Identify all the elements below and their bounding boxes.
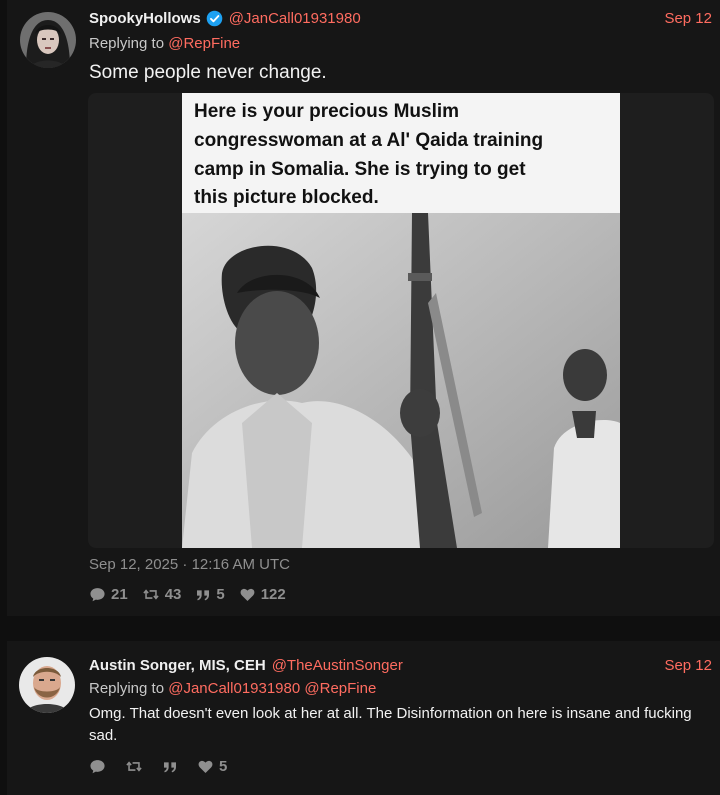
author-handle[interactable]: @JanCall01931980 [229,10,361,27]
retweet-icon [143,589,159,600]
avatar[interactable] [19,657,75,713]
like-count[interactable]: 122 [239,586,286,603]
quote-count[interactable] [162,759,183,775]
comment-icon [90,588,105,602]
retweet-count-value: 43 [164,586,182,603]
meme-image: Here is your precious Muslim congresswom… [182,93,620,548]
replying-label: Replying to [89,35,165,52]
author-fullname[interactable]: Austin Songer, MIS, CEH [89,657,266,674]
tweet: SpookyHollows @JanCall01931980 Sep 12 Re… [7,0,720,616]
replying-label: Replying to [89,680,165,697]
replying-to: Replying to @JanCall01931980 @RepFine [89,680,376,697]
retweet-count[interactable]: 43 [142,586,182,603]
like-count-value: 122 [260,586,286,603]
tweet-date[interactable]: Sep 12 [664,657,712,674]
publish-date[interactable]: Sep 12, 2025 · 12:16 AM UTC [89,556,290,573]
quote-count-value: 5 [216,586,225,603]
like-count[interactable]: 5 [197,758,227,775]
quote-count[interactable]: 5 [195,586,225,603]
retweet-count[interactable] [125,758,148,775]
comment-icon [90,760,105,774]
meme-caption-line: congresswoman at a Al' Qaida training [194,130,543,151]
author-fullname[interactable]: SpookyHollows [89,10,201,27]
meme-caption-line: this picture blocked. [194,187,379,208]
replying-to: Replying to @RepFine [89,35,240,52]
retweet-icon [126,761,142,772]
tweet-text: Omg. That doesn't even look at her at al… [89,705,692,744]
heart-icon [240,588,255,601]
tweet-media[interactable]: Here is your precious Muslim congresswom… [88,93,714,548]
tweet-stats: 21 43 5 122 [89,586,286,603]
tweet: Austin Songer, MIS, CEH @TheAustinSonger… [7,641,720,795]
quote-icon [197,589,210,600]
tweet-date[interactable]: Sep 12 [664,10,712,27]
reply-count[interactable] [89,758,111,775]
meme-caption-line: camp in Somalia. She is trying to get [194,159,526,180]
tweet-text: Some people never change. [89,62,327,83]
meme-caption-line: Here is your precious Muslim [194,101,459,122]
author-row: SpookyHollows @JanCall01931980 [89,10,361,27]
like-count-value: 5 [219,758,228,775]
author-row: Austin Songer, MIS, CEH @TheAustinSonger [89,657,403,674]
avatar[interactable] [20,12,76,68]
verified-badge-icon [206,10,222,27]
tweet-stats: 5 [89,758,227,775]
reply-mention[interactable]: @RepFine [168,35,240,52]
quote-icon [164,761,176,772]
author-handle[interactable]: @TheAustinSonger [272,657,403,674]
reply-count-value: 21 [111,586,128,603]
reply-count[interactable]: 21 [89,586,128,603]
reply-mention[interactable]: @RepFine [304,680,376,697]
heart-icon [198,760,213,773]
reply-mention[interactable]: @JanCall01931980 [168,680,300,697]
